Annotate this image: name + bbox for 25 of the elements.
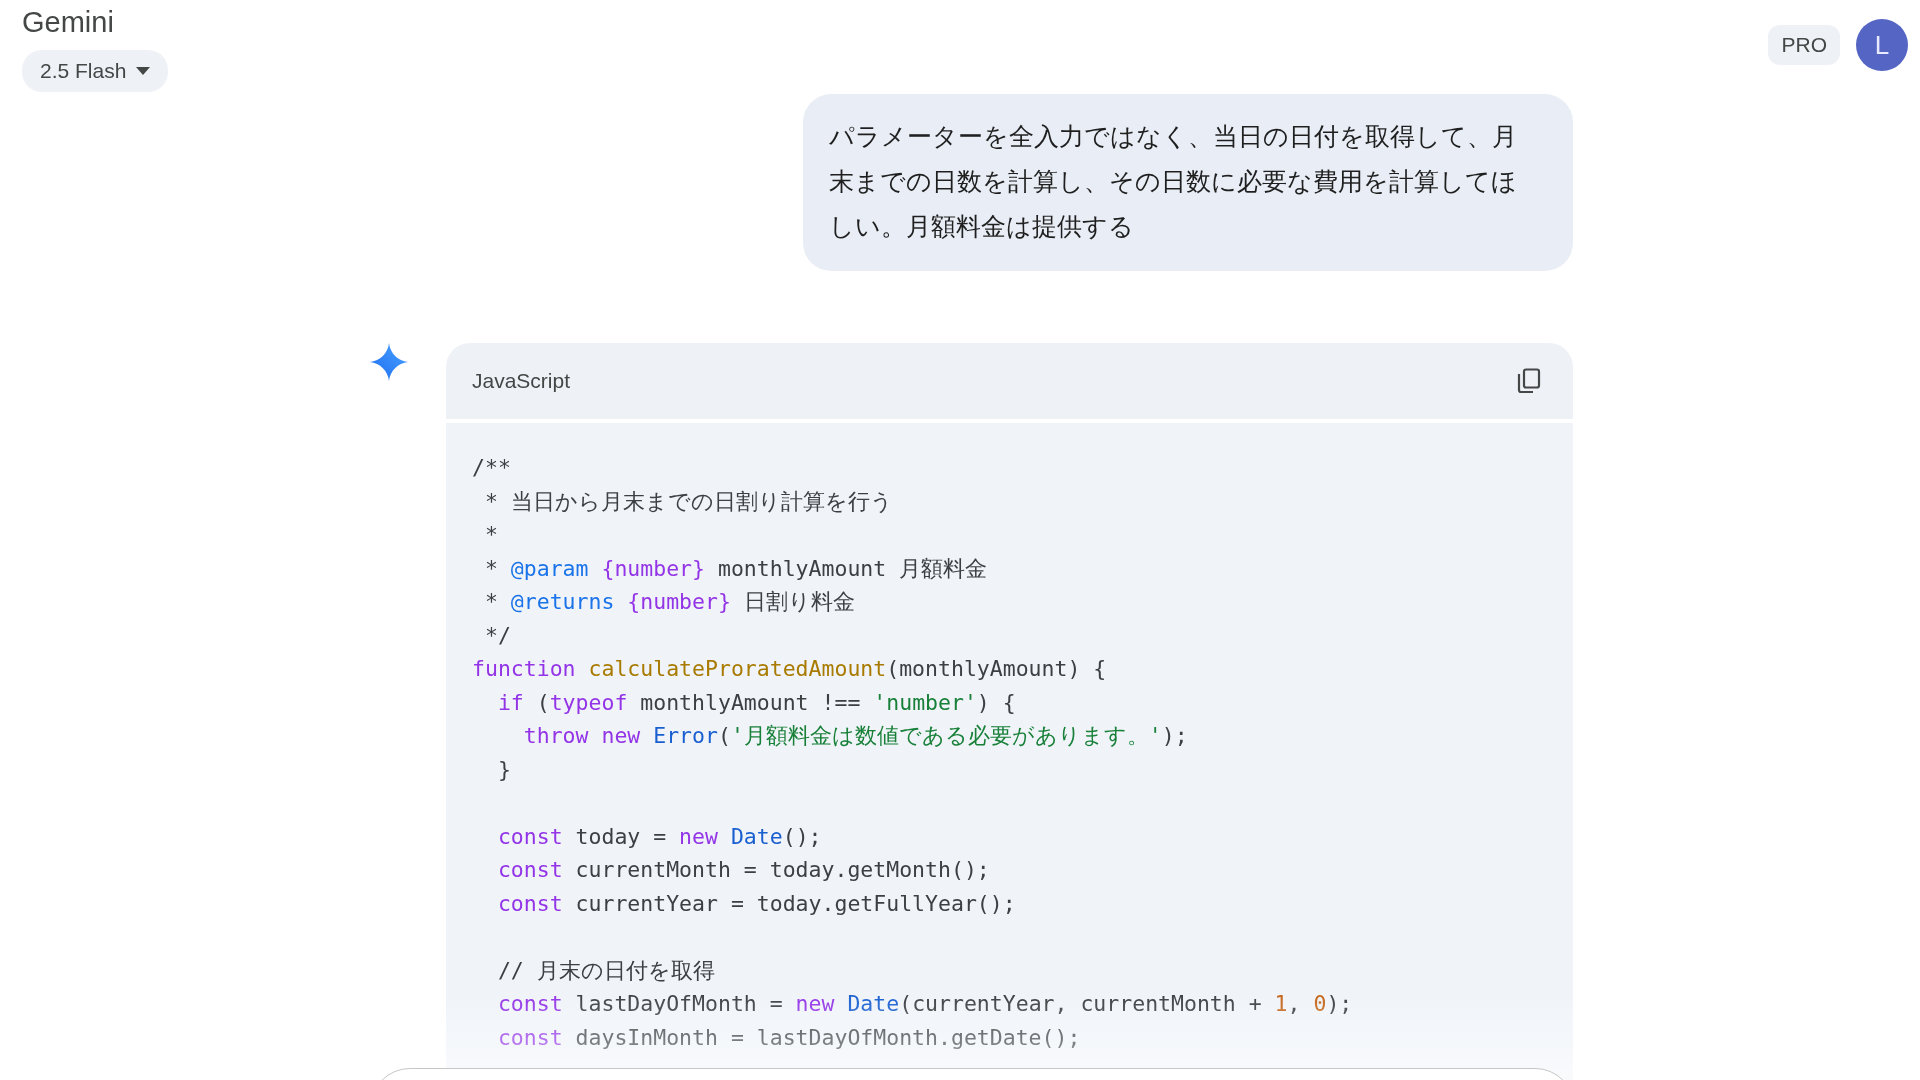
code-line: * [483, 521, 498, 549]
code-line: const lastDayOfMonth = new Date(currentYear, currentMonth + 1, 0); [496, 990, 1353, 1018]
app-title: Gemini [22, 5, 115, 40]
code-line: * @param {number} monthlyAmount 月額料金 [483, 554, 988, 583]
code-line: */ [483, 621, 511, 650]
language-label: JavaScript [472, 369, 571, 393]
code-line: const daysInMonth = lastDayOfMonth.getDate(); [496, 1023, 1081, 1052]
code-line: function calculateProratedAmount(monthlyAmount) { [472, 655, 1107, 683]
code-line: if (typeof monthlyAmount !== 'number') { [496, 688, 1016, 717]
code-line: * 当日から月末までの日割り計算を行う [483, 487, 893, 516]
code-line: const currentYear = today.getFullYear(); [496, 889, 1016, 918]
user-message: パラメーターを全入力ではなく、当日の日付を取得して、月末までの日数を計算し、その日数に必要な費用を計算してほしい。月額料金は提供する [803, 94, 1573, 271]
code-line: throw new Error('月額料金は数値である必要があります。'); [522, 722, 1188, 750]
code-line: const currentMonth = today.getMonth(); [496, 856, 990, 884]
code-line: // 月末の日付を取得 [496, 956, 715, 985]
copy-icon[interactable] [1517, 368, 1541, 394]
code-line: * @returns {number} 日割り料金 [483, 588, 855, 616]
code-line: /** [472, 454, 511, 482]
sparkle-icon [370, 343, 408, 381]
plan-badge: PRO [1768, 25, 1840, 65]
model-selector[interactable]: 2.5 Flash [22, 50, 169, 92]
caret-icon [136, 67, 151, 75]
avatar[interactable]: L [1856, 19, 1908, 71]
code-line: const today = new Date(); [496, 822, 822, 851]
code-line: } [496, 755, 511, 784]
